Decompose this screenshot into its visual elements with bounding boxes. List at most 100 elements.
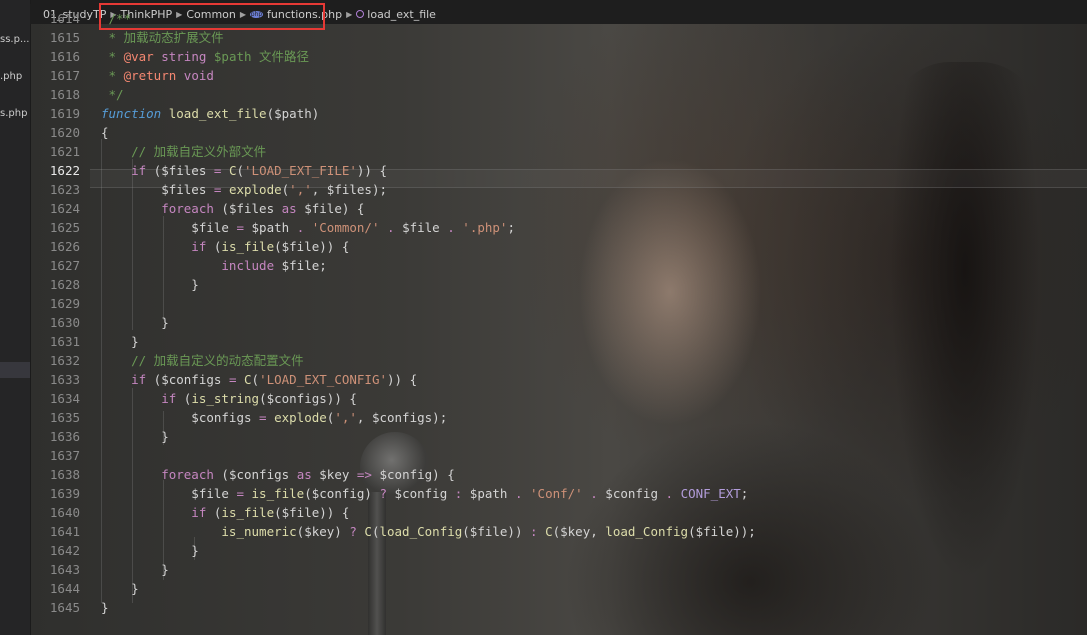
code-token: )) {	[387, 372, 418, 387]
code-line[interactable]: 1640 if (is_file($file)) {	[30, 503, 1087, 522]
code-token: *	[101, 68, 124, 83]
code-token: 'LOAD_EXT_CONFIG'	[259, 372, 388, 387]
code-token: {	[101, 125, 109, 140]
line-number: 1640	[49, 505, 80, 520]
code-line[interactable]: 1625 $file = $path . 'Common/' . $file .…	[30, 218, 1087, 237]
explorer-selected-row[interactable]	[0, 362, 30, 378]
code-token: '.php'	[462, 220, 508, 235]
code-token: :	[530, 524, 538, 539]
code-token: 'Conf/'	[530, 486, 583, 501]
code-token: if	[101, 391, 177, 406]
code-token: }	[101, 334, 139, 349]
code-text: $files = explode(',', $files);	[101, 180, 387, 199]
line-number: 1621	[49, 144, 80, 159]
code-token: .	[387, 220, 395, 235]
code-text: */	[101, 85, 124, 104]
code-line[interactable]: 1624 foreach ($files as $file) {	[30, 199, 1087, 218]
code-line[interactable]: 1631 }	[30, 332, 1087, 351]
code-line[interactable]: 1623 $files = explode(',', $files);	[30, 180, 1087, 199]
code-line[interactable]: 1635 $configs = explode(',', $configs);	[30, 408, 1087, 427]
code-text: if ($configs = C('LOAD_EXT_CONFIG')) {	[101, 370, 417, 389]
line-number: 1639	[49, 486, 80, 501]
code-token: explode	[228, 182, 282, 197]
code-line[interactable]: 1626 if (is_file($file)) {	[30, 237, 1087, 256]
code-line[interactable]: 1638 foreach ($configs as $key => $confi…	[30, 465, 1087, 484]
code-line[interactable]: 1617 * @return void	[30, 66, 1087, 85]
explorer-file-item[interactable]: ss.p...	[0, 34, 30, 45]
code-line[interactable]: 1616 * @var string $path 文件路径	[30, 47, 1087, 66]
code-line[interactable]: 1619 function load_ext_file($path)	[30, 104, 1087, 123]
code-token: $config	[597, 486, 666, 501]
editor-window: ss.p... .php s.php 01_studyTP ▶ ThinkPHP…	[0, 0, 1087, 635]
code-text: is_numeric($key) ? C(load_Config($file))…	[101, 522, 755, 541]
code-token: $path	[244, 220, 297, 235]
code-line[interactable]: 1618 */	[30, 85, 1087, 104]
explorer-panel-edge[interactable]: ss.p... .php s.php	[0, 0, 31, 635]
code-line[interactable]: 1615 * 加载动态扩展文件	[30, 28, 1087, 47]
explorer-file-item[interactable]: .php	[0, 71, 30, 82]
code-token: is_file	[221, 505, 275, 520]
code-line[interactable]: 1644 }	[30, 579, 1087, 598]
code-line[interactable]: 1630 }	[30, 313, 1087, 332]
code-text: }	[101, 427, 169, 446]
code-token: .	[665, 486, 674, 501]
code-token: $key	[311, 467, 357, 482]
code-line[interactable]: 1627 include $file;	[30, 256, 1087, 275]
line-number: 1645	[49, 600, 80, 615]
code-token: }	[101, 429, 169, 444]
code-token: *	[101, 49, 124, 64]
code-text: // 加载自定义的动态配置文件	[101, 351, 304, 370]
line-number: 1634	[49, 391, 80, 406]
code-token: ($config)	[304, 486, 380, 501]
code-line[interactable]: 1628 }	[30, 275, 1087, 294]
code-token: ($path)	[266, 106, 320, 121]
code-text: }	[101, 598, 109, 617]
code-token: )) {	[356, 163, 388, 178]
code-line[interactable]: 1645}	[30, 598, 1087, 617]
code-text: $configs = explode(',', $configs);	[101, 408, 447, 427]
code-line[interactable]: 1639 $file = is_file($config) ? $config …	[30, 484, 1087, 503]
code-editor[interactable]: 1614 /** 1615 * 加载动态扩展文件 1616 * @var strin…	[30, 11, 1087, 635]
explorer-file-item[interactable]: s.php	[0, 108, 30, 119]
code-line[interactable]: 1642 }	[30, 541, 1087, 560]
line-number: 1642	[49, 543, 80, 558]
code-token: =	[236, 220, 244, 235]
breadcrumb-highlight-box	[99, 3, 325, 30]
code-line[interactable]: 1643 }	[30, 560, 1087, 579]
code-line[interactable]: 1621 // 加载自定义外部文件	[30, 142, 1087, 161]
code-token: }	[101, 277, 199, 292]
line-number: 1619	[49, 106, 80, 121]
code-line[interactable]: 1629	[30, 294, 1087, 313]
code-token: @var	[123, 49, 154, 64]
code-text: }	[101, 313, 169, 332]
line-number: 1635	[49, 410, 80, 425]
code-line[interactable]: 1632 // 加载自定义的动态配置文件	[30, 351, 1087, 370]
code-token: ($files	[213, 201, 282, 216]
code-token: $file;	[274, 258, 327, 273]
code-line[interactable]: 1636 }	[30, 427, 1087, 446]
code-token: ','	[289, 182, 312, 197]
code-line[interactable]: 1637	[30, 446, 1087, 465]
code-token: ($configs	[213, 467, 297, 482]
code-line[interactable]: 1633 if ($configs = C('LOAD_EXT_CONFIG')…	[30, 370, 1087, 389]
code-token: , $configs);	[356, 410, 448, 425]
line-number: 1630	[49, 315, 80, 330]
code-token: $file	[101, 486, 237, 501]
code-token: .	[514, 486, 523, 501]
code-token: }	[101, 562, 169, 577]
code-token: is_file	[251, 486, 305, 501]
code-token: // 加载自定义外部文件	[101, 144, 267, 159]
code-text: foreach ($configs as $key => $config) {	[101, 465, 455, 484]
code-line[interactable]: 1622 if ($files = C('LOAD_EXT_FILE')) {	[30, 161, 1087, 180]
code-token: * 加载动态扩展文件	[101, 30, 224, 45]
code-line[interactable]: 1634 if (is_string($configs)) {	[30, 389, 1087, 408]
code-line[interactable]: 1641 is_numeric($key) ? C(load_Config($f…	[30, 522, 1087, 541]
code-token: C	[364, 524, 372, 539]
code-line[interactable]: 1620 {	[30, 123, 1087, 142]
